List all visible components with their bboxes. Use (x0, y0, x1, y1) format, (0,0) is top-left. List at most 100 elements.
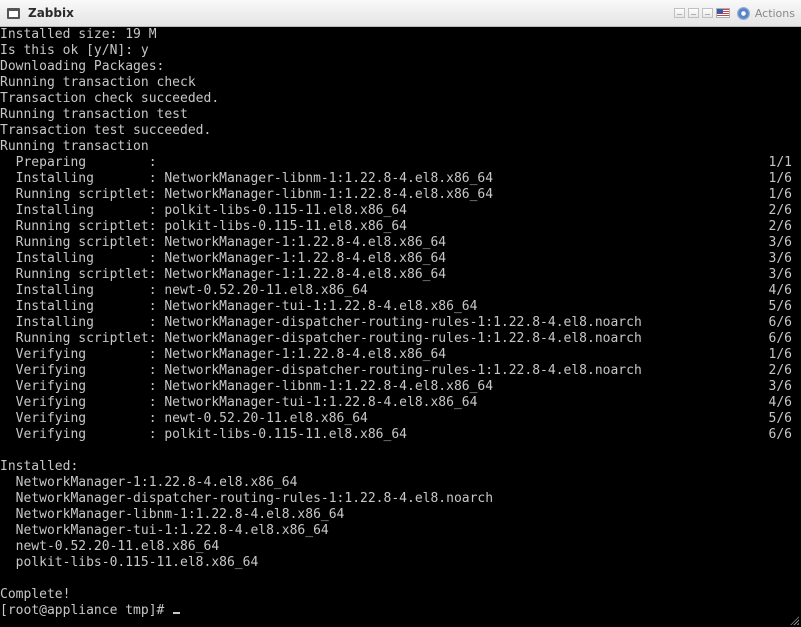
terminal-line: Installing : polkit-libs-0.115-11.el8.x8… (0, 203, 801, 219)
shell-prompt-line[interactable]: [root@appliance tmp]# (0, 603, 801, 619)
terminal-line: Installing : NetworkManager-dispatcher-r… (0, 315, 801, 331)
terminal-line: Running scriptlet: NetworkManager-1:1.22… (0, 267, 801, 283)
terminal-line: Installing : NetworkManager-libnm-1:1.22… (0, 171, 801, 187)
terminal-line: Running scriptlet: NetworkManager-libnm-… (0, 187, 801, 203)
terminal-line-text: Is this ok [y/N]: y (0, 43, 149, 58)
title-bar-controls: Actions (673, 6, 795, 20)
terminal-line-text: Running transaction test (0, 107, 188, 122)
terminal-line-progress: 1/6 (768, 347, 792, 362)
title-bar: Zabbix Actions (0, 0, 801, 27)
terminal-line-progress: 2/6 (768, 203, 792, 218)
terminal-line: Running scriptlet: polkit-libs-0.115-11.… (0, 219, 801, 235)
terminal-line-text: NetworkManager-libnm-1:1.22.8-4.el8.x86_… (0, 507, 345, 522)
terminal-line-text: Verifying : newt-0.52.20-11.el8.x86_64 (0, 411, 368, 426)
terminal-line: NetworkManager-libnm-1:1.22.8-4.el8.x86_… (0, 507, 801, 523)
terminal-line-text: Preparing : (0, 155, 157, 170)
terminal-line: Transaction test succeeded. (0, 123, 801, 139)
console-window-icon (7, 7, 20, 19)
terminal-line-progress: 2/6 (768, 219, 792, 234)
minimize-icon[interactable] (673, 8, 685, 18)
terminal-line-progress: 3/6 (768, 251, 792, 266)
terminal-line-progress: 5/6 (768, 299, 792, 314)
terminal-line-progress: 6/6 (768, 331, 792, 346)
terminal-line-text: NetworkManager-dispatcher-routing-rules-… (0, 491, 494, 506)
terminal-line: polkit-libs-0.115-11.el8.x86_64 (0, 555, 801, 571)
terminal-line-text: Installing : NetworkManager-dispatcher-r… (0, 315, 642, 330)
terminal-line: Verifying : polkit-libs-0.115-11.el8.x86… (0, 427, 801, 443)
terminal-line: Complete! (0, 587, 801, 603)
terminal-line: NetworkManager-1:1.22.8-4.el8.x86_64 (0, 475, 801, 491)
terminal-line-text: newt-0.52.20-11.el8.x86_64 (0, 539, 220, 554)
terminal-line-progress: 6/6 (768, 427, 792, 442)
resize-grip-icon[interactable] (789, 615, 799, 625)
terminal-line: Installing : NetworkManager-1:1.22.8-4.e… (0, 251, 801, 267)
maximize-icon[interactable] (701, 8, 713, 18)
terminal-line-text: Installing : polkit-libs-0.115-11.el8.x8… (0, 203, 407, 218)
terminal-line: Verifying : NetworkManager-1:1.22.8-4.el… (0, 347, 801, 363)
terminal-line-text: Installing : NetworkManager-libnm-1:1.22… (0, 171, 494, 186)
terminal-line-text: polkit-libs-0.115-11.el8.x86_64 (0, 555, 259, 570)
terminal-output[interactable]: Installed size: 19 M Is this ok [y/N]: yD… (0, 27, 801, 627)
terminal-line-text: Installing : NetworkManager-tui-1:1.22.8… (0, 299, 478, 314)
terminal-line: Running scriptlet: NetworkManager-1:1.22… (0, 235, 801, 251)
terminal-line-progress: 4/6 (768, 283, 792, 298)
terminal-line-text: Verifying : NetworkManager-dispatcher-ro… (0, 363, 642, 378)
terminal-line: Downloading Packages: (0, 59, 801, 75)
terminal-line-text: Running transaction (0, 139, 149, 154)
terminal-line-progress: 1/1 (768, 155, 792, 170)
terminal-line: Running transaction test (0, 107, 801, 123)
terminal-line: Preparing : 1/1 (0, 155, 801, 171)
terminal-line-text: Installing : NetworkManager-1:1.22.8-4.e… (0, 251, 447, 266)
terminal-line-progress: 6/6 (768, 315, 792, 330)
terminal-line-text: Downloading Packages: (0, 59, 165, 74)
terminal-line-text: Complete! (0, 587, 71, 602)
vm-console-window: Zabbix Actions Installed size: 19 M Is th… (0, 0, 801, 627)
terminal-line-progress: 2/6 (768, 363, 792, 378)
terminal-line-text: Installing : newt-0.52.20-11.el8.x86_64 (0, 283, 368, 298)
terminal-line: Is this ok [y/N]: y (0, 43, 801, 59)
terminal-line-text: NetworkManager-1:1.22.8-4.el8.x86_64 (0, 475, 298, 490)
actions-menu-button[interactable]: Actions (755, 7, 795, 20)
terminal-line-text: Running scriptlet: NetworkManager-libnm-… (0, 187, 494, 202)
terminal-line-text: Running scriptlet: polkit-libs-0.115-11.… (0, 219, 407, 234)
terminal-line-text: Running scriptlet: NetworkManager-dispat… (0, 331, 642, 346)
terminal-line-text: Verifying : NetworkManager-tui-1:1.22.8-… (0, 395, 478, 410)
terminal-line: Installed: (0, 459, 801, 475)
terminal-line-progress: 1/6 (768, 171, 792, 186)
terminal-line: Running transaction (0, 139, 801, 155)
terminal-line-text: Verifying : NetworkManager-libnm-1:1.22.… (0, 379, 494, 394)
terminal-line: Verifying : NetworkManager-dispatcher-ro… (0, 363, 801, 379)
gear-icon[interactable] (736, 6, 750, 20)
keyboard-language-flag-icon[interactable] (715, 8, 730, 18)
terminal-line: NetworkManager-tui-1:1.22.8-4.el8.x86_64 (0, 523, 801, 539)
terminal-line-progress: 4/6 (768, 395, 792, 410)
shell-prompt: [root@appliance tmp]# (0, 603, 173, 618)
terminal-line-text: Running scriptlet: NetworkManager-1:1.22… (0, 267, 447, 282)
terminal-line-progress: 5/6 (768, 411, 792, 426)
terminal-line-text: NetworkManager-tui-1:1.22.8-4.el8.x86_64 (0, 523, 329, 538)
terminal-line: Running scriptlet: NetworkManager-dispat… (0, 331, 801, 347)
terminal-line-text: Transaction check succeeded. (0, 91, 220, 106)
terminal-line: Running transaction check (0, 75, 801, 91)
terminal-line: Installing : NetworkManager-tui-1:1.22.8… (0, 299, 801, 315)
terminal-line: newt-0.52.20-11.el8.x86_64 (0, 539, 801, 555)
terminal-line-text: Verifying : polkit-libs-0.115-11.el8.x86… (0, 427, 407, 442)
text-cursor (173, 612, 181, 614)
terminal-line: NetworkManager-dispatcher-routing-rules-… (0, 491, 801, 507)
terminal-line-text: Running transaction check (0, 75, 196, 90)
terminal-line-text: Running scriptlet: NetworkManager-1:1.22… (0, 235, 447, 250)
terminal-line-text: Verifying : NetworkManager-1:1.22.8-4.el… (0, 347, 447, 362)
terminal-line-progress: 3/6 (768, 235, 792, 250)
terminal-line-progress: 1/6 (768, 187, 792, 202)
terminal-line: Verifying : NetworkManager-tui-1:1.22.8-… (0, 395, 801, 411)
terminal-line-progress: 3/6 (768, 267, 792, 282)
terminal-line-progress: 3/6 (768, 379, 792, 394)
window-title: Zabbix (28, 6, 74, 20)
terminal-line-text: Installed: (0, 459, 79, 474)
terminal-line: Transaction check succeeded. (0, 91, 801, 107)
terminal-line: Installed size: 19 M (0, 27, 801, 43)
restore-icon[interactable] (687, 8, 699, 18)
terminal-line: Verifying : newt-0.52.20-11.el8.x86_64 5/… (0, 411, 801, 427)
